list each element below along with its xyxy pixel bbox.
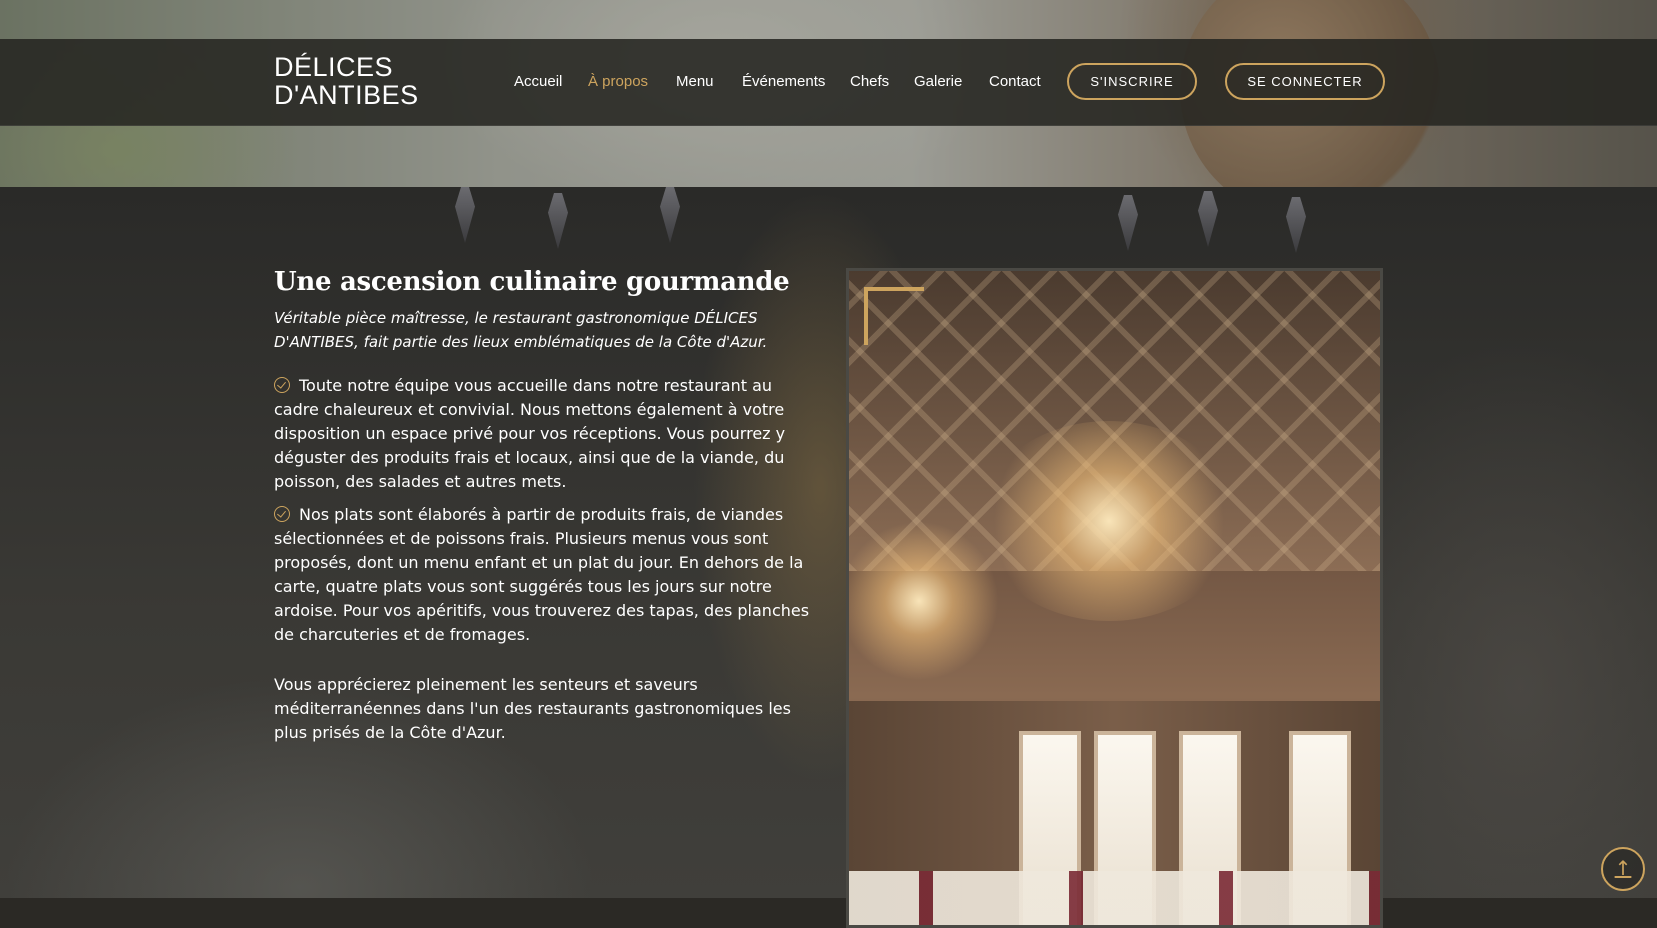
about-bullet: Nos plats sont élaborés à partir de prod…: [274, 503, 814, 647]
nav-item-chefs[interactable]: Chefs: [850, 73, 889, 90]
about-content: Une ascension culinaire gourmande Vérita…: [274, 264, 814, 745]
crystal-decor: [1198, 191, 1218, 247]
login-button[interactable]: SE CONNECTER: [1225, 63, 1385, 100]
nav-item-contact[interactable]: Contact: [989, 73, 1041, 90]
nav-item-a-propos[interactable]: À propos: [588, 73, 648, 90]
site-header: [0, 39, 1657, 126]
logo-line-2: D'ANTIBES: [274, 80, 419, 110]
nav-item-menu[interactable]: Menu: [676, 73, 714, 90]
check-circle-icon: [274, 506, 290, 522]
nav-item-evenements[interactable]: Événements: [742, 73, 825, 90]
about-closing: Vous apprécierez pleinement les senteurs…: [274, 675, 791, 742]
about-section-background: [0, 187, 1657, 898]
crystal-decor: [660, 187, 680, 243]
restaurant-hall-image: [846, 268, 1383, 928]
signup-button[interactable]: S'INSCRIRE: [1067, 63, 1197, 100]
crystal-decor: [455, 187, 475, 243]
chandelier: [849, 521, 999, 681]
about-lead: Véritable pièce maîtresse, le restaurant…: [274, 309, 768, 351]
site-logo[interactable]: DÉLICES D'ANTIBES: [274, 53, 424, 109]
dining-tables: [849, 871, 1380, 925]
nav-item-galerie[interactable]: Galerie: [914, 73, 962, 90]
crystal-decor: [1286, 197, 1306, 253]
chandelier: [979, 421, 1239, 621]
nav-item-accueil[interactable]: Accueil: [514, 73, 562, 90]
about-bullet-text: Nos plats sont élaborés à partir de prod…: [274, 505, 810, 644]
check-circle-icon: [274, 377, 290, 393]
frame-corner-accent: [864, 287, 924, 345]
about-bullet-text: Toute notre équipe vous accueille dans n…: [274, 376, 786, 491]
crystal-decor: [548, 193, 568, 249]
about-bullet: Toute notre équipe vous accueille dans n…: [274, 374, 814, 494]
logo-line-1: DÉLICES: [274, 52, 394, 82]
crystal-decor: [1118, 195, 1138, 251]
arrow-up-icon: ↑: [1614, 856, 1632, 880]
back-to-top-button[interactable]: ↑: [1601, 847, 1645, 891]
about-title: Une ascension culinaire gourmande: [274, 267, 790, 297]
